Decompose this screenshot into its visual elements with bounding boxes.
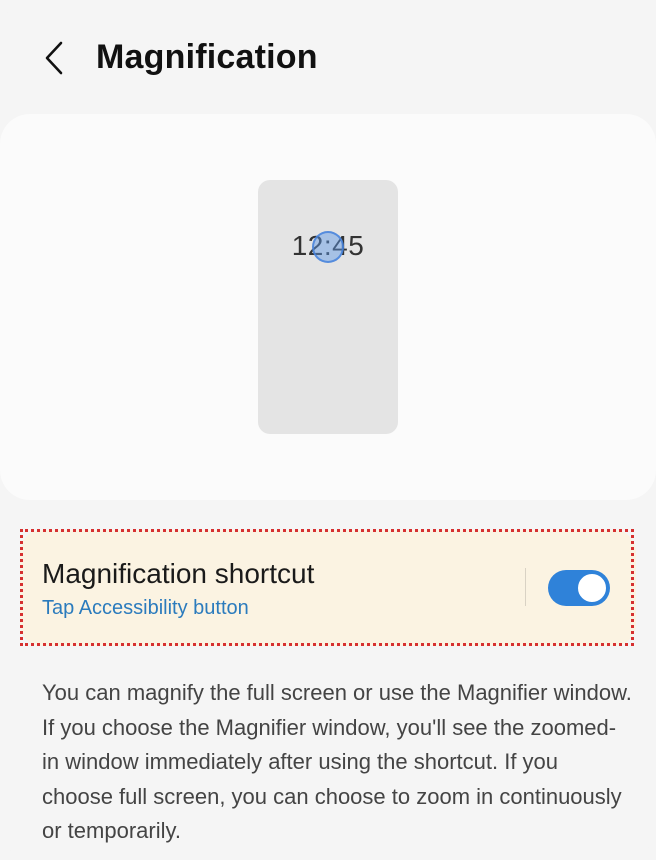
screen: Magnification 12:45 Magnification shortc… xyxy=(0,0,656,860)
shortcut-toggle-switch[interactable] xyxy=(548,570,610,606)
phone-preview-illustration: 12:45 xyxy=(258,180,398,434)
app-bar: Magnification xyxy=(0,0,656,112)
chevron-left-icon xyxy=(43,40,65,81)
magnification-shortcut-row[interactable]: Magnification shortcut Tap Accessibility… xyxy=(20,530,636,646)
shortcut-subtitle[interactable]: Tap Accessibility button xyxy=(42,597,249,620)
back-button[interactable] xyxy=(30,36,78,84)
toggle-knob xyxy=(576,572,608,604)
row-divider xyxy=(525,568,526,606)
magnification-description: You can magnify the full screen or use t… xyxy=(42,680,632,843)
page-title: Magnification xyxy=(96,38,318,76)
magnification-preview-card: 12:45 xyxy=(0,114,656,500)
shortcut-title: Magnification shortcut xyxy=(42,558,315,589)
magnifier-circle-icon xyxy=(312,231,344,263)
